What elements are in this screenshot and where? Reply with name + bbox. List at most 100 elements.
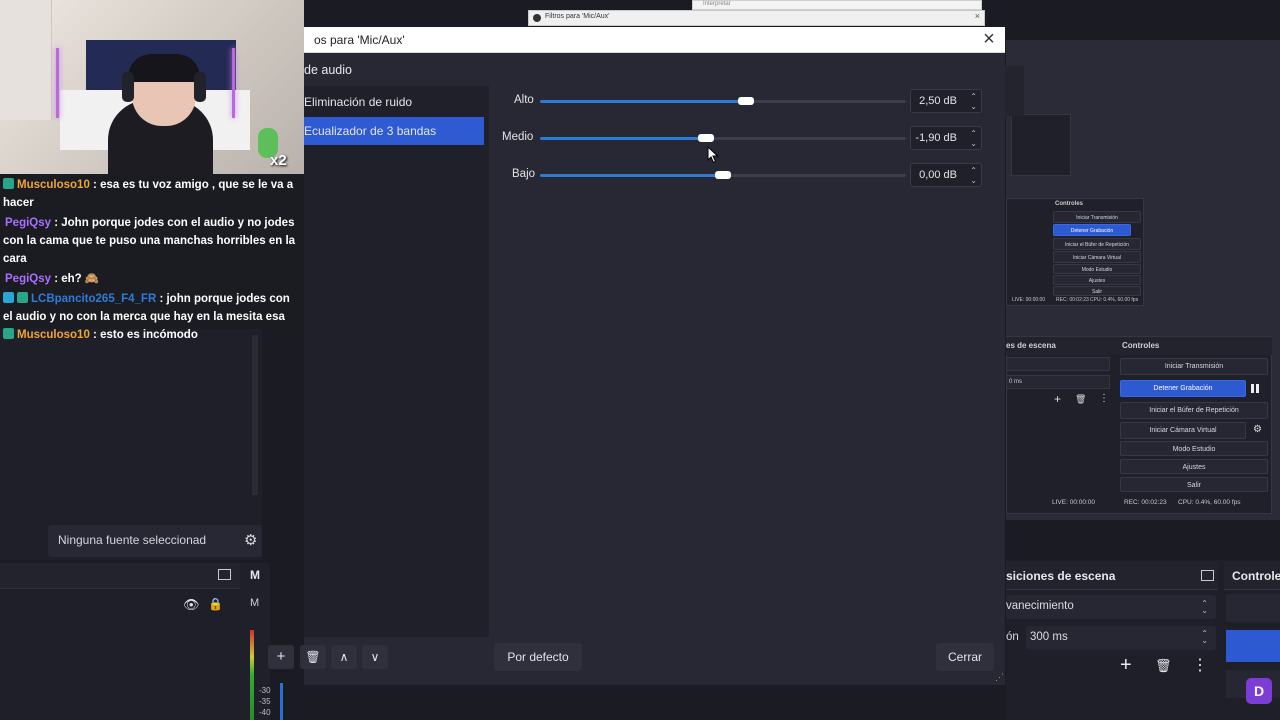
chat-badge-icon xyxy=(3,328,14,339)
chat-username: Musculoso10 xyxy=(17,329,90,341)
chat-username: PegiQsy xyxy=(5,217,52,229)
close-icon[interactable]: × xyxy=(979,29,999,49)
duration-label: ón xyxy=(1006,631,1019,643)
defaults-button[interactable]: Por defecto xyxy=(494,643,582,671)
webcam-overlay: x2 xyxy=(0,0,304,174)
meter-tick: -40 xyxy=(259,708,271,717)
nested-status-rec: REC: 00:02:23 xyxy=(1124,499,1167,506)
chat-username: LCBpancito265_F4_FR xyxy=(31,293,157,305)
delete-icon[interactable]: 🗑 xyxy=(1155,658,1172,674)
transition-select[interactable]: vanecimiento ⌃ ⌄ xyxy=(1006,595,1216,619)
nested-control-button: Iniciar Transmisión xyxy=(1120,358,1268,375)
nested-pause-icon xyxy=(1251,384,1259,393)
filter-item-3-band-eq[interactable]: Ecualizador de 3 bandas xyxy=(304,117,484,145)
gear-icon[interactable]: ⚙ xyxy=(244,531,257,549)
nested-controls-title: Controles xyxy=(1122,341,1160,350)
source-properties-bar: Ninguna fuente seleccionad xyxy=(48,525,262,557)
nested-control-button: Iniciar el Búfer de Repetición xyxy=(1053,238,1141,250)
nested-control-button: Ajustes xyxy=(1053,275,1141,285)
nested-control-button: Salir xyxy=(1120,477,1268,492)
eye-icon[interactable]: 👁 xyxy=(183,597,200,613)
move-down-button[interactable]: ∨ xyxy=(362,645,388,669)
nested-control-button: Iniciar Cámara Virtual xyxy=(1120,422,1246,439)
slider-thumb[interactable] xyxy=(697,134,714,142)
spinbox-value: 2,50 dB xyxy=(919,95,957,107)
undock-icon[interactable] xyxy=(218,569,231,580)
nested-transitions-title: es de escena xyxy=(1006,341,1056,350)
spin-up-icon[interactable]: ⌃ xyxy=(970,130,977,138)
control-button-partial[interactable] xyxy=(1226,594,1280,622)
nested-status-rec: REC: 00:02:23 xyxy=(1056,297,1089,303)
nested-control-button: Modo Estudio xyxy=(1053,264,1141,274)
nested-preview-tiny xyxy=(1011,114,1071,176)
add-filter-button[interactable]: + xyxy=(268,645,294,669)
nested-gear-icon: ⚙ xyxy=(1253,424,1262,435)
scenes-scrollbar[interactable] xyxy=(252,335,258,495)
add-icon: + xyxy=(276,648,286,665)
mixer-channel-partial: M xyxy=(250,597,260,609)
background-window-titlebar: Interpretar xyxy=(692,0,982,10)
spin-up-icon[interactable]: ⌃ xyxy=(970,93,977,101)
nested-add-icon: + xyxy=(1054,392,1062,406)
led-light xyxy=(232,48,235,118)
close-button[interactable]: Cerrar xyxy=(936,643,994,671)
chat-badge-icon xyxy=(3,178,14,189)
high-db-spinbox[interactable]: 2,50 dB ⌃ ⌄ xyxy=(910,89,982,113)
dialog-titlebar: os para 'Mic/Aux' × xyxy=(304,27,1005,53)
chevron-updown-icon: ⌃ ⌄ xyxy=(1201,629,1208,645)
undock-icon[interactable] xyxy=(1201,570,1214,581)
chevron-down-icon: ∨ xyxy=(370,650,380,664)
chat-message: LCBpancito265_F4_FR : john porque jodes … xyxy=(3,290,301,326)
duration-spinbox[interactable]: 300 ms ⌃ ⌄ xyxy=(1026,626,1216,650)
chat-badge-icon xyxy=(17,292,28,303)
chat-message: Musculoso10 : esa es tu voz amigo , que … xyxy=(3,176,301,212)
dialog-title: os para 'Mic/Aux' xyxy=(314,33,405,47)
dialog-footer xyxy=(304,637,1005,685)
volume-fader[interactable] xyxy=(280,683,283,720)
filter-item-label: Ecualizador de 3 bandas xyxy=(304,124,437,138)
nested-menu-icon: ⋮ xyxy=(1099,393,1109,404)
headphone-left xyxy=(122,72,134,102)
nested-delete-icon: 🗑 xyxy=(1075,394,1087,404)
control-button-active-partial[interactable] xyxy=(1226,630,1280,662)
spin-up-icon[interactable]: ⌃ xyxy=(970,167,977,175)
close-icon[interactable]: × xyxy=(975,11,980,21)
menu-icon[interactable]: ⋮ xyxy=(1192,655,1208,675)
slider-thumb[interactable] xyxy=(715,171,731,179)
lock-icon[interactable]: 🔒 xyxy=(208,597,223,611)
spinbox-value: 0,00 dB xyxy=(919,169,957,181)
nested-transitions-header: es de escena xyxy=(1006,337,1117,355)
spin-down-icon[interactable]: ⌄ xyxy=(970,140,977,148)
low-db-spinbox[interactable]: 0,00 dB ⌃ ⌄ xyxy=(910,163,982,187)
nested-status-cpu: CPU: 0.4%, 60.00 fps xyxy=(1178,499,1241,506)
spin-down-icon[interactable]: ⌄ xyxy=(970,103,977,111)
nested-control-button: Iniciar Transmisión xyxy=(1053,211,1141,223)
nested-control-button: Detener Grabación xyxy=(1120,380,1246,397)
nested-duration-value: 0 ms xyxy=(1009,379,1023,385)
spin-down-icon[interactable]: ⌄ xyxy=(970,177,977,185)
mid-db-spinbox[interactable]: -1,90 dB ⌃ ⌄ xyxy=(910,126,982,150)
chat-text: : eh? 🙈 xyxy=(51,273,100,285)
headphone-right xyxy=(194,72,206,102)
filter-item-label: Eliminación de ruido xyxy=(304,95,413,109)
slider-thumb[interactable] xyxy=(737,97,754,105)
chevron-updown-icon: ⌃ ⌄ xyxy=(1201,599,1208,615)
meter-tick: -30 xyxy=(259,686,271,695)
obs-logo-icon xyxy=(533,14,541,22)
chat-message: PegiQsy : John porque jodes con el audio… xyxy=(3,214,301,268)
band-label-low: Bajo xyxy=(512,168,536,180)
add-icon[interactable]: + xyxy=(1120,654,1132,677)
nested-control-button: Iniciar el Búfer de Repetición xyxy=(1120,402,1268,419)
resize-grip-icon[interactable]: ⋰ xyxy=(995,672,1004,683)
controls-dock-header: Controle xyxy=(1224,562,1280,590)
trash-icon: 🗑 xyxy=(305,650,321,664)
remove-filter-button[interactable]: 🗑 xyxy=(300,645,326,669)
transitions-dock-header: siciones de escena xyxy=(1006,562,1218,590)
nested-status-live: LIVE: 00:00:00 xyxy=(1012,297,1046,303)
nested-preview-strip xyxy=(1004,66,1024,116)
chat-message: Musculoso10 : esto es incómodo xyxy=(3,326,301,344)
filter-item-noise-suppression[interactable]: Eliminación de ruido xyxy=(304,88,484,116)
move-up-button[interactable]: ∧ xyxy=(331,645,357,669)
nested-transition-select xyxy=(1006,357,1110,371)
nested-control-button: Salir xyxy=(1053,286,1141,296)
